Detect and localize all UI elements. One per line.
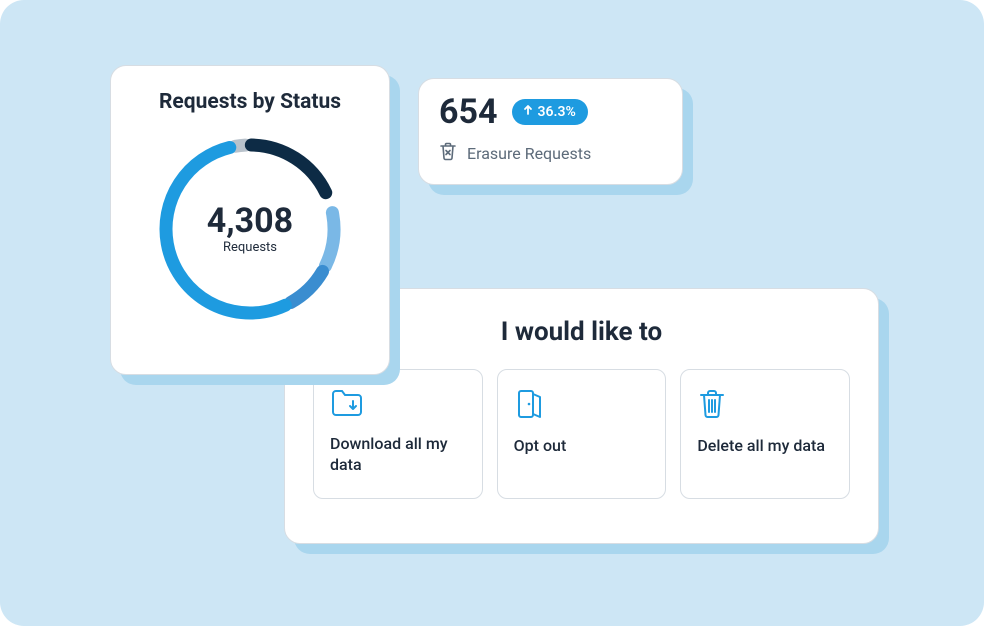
erasure-label: Erasure Requests (467, 144, 591, 163)
erasure-card: 654 36.3% Erasure Requests (418, 78, 683, 185)
action-label: Opt out (514, 436, 650, 457)
requests-total: 4,308 (207, 204, 293, 238)
action-label: Delete all my data (697, 436, 833, 457)
door-exit-icon (514, 388, 650, 424)
status-card-title: Requests by Status (135, 90, 365, 114)
change-value: 36.3% (538, 104, 576, 120)
erasure-icon (439, 141, 457, 165)
action-delete-data[interactable]: Delete all my data (680, 369, 850, 499)
donut-center: 4,308 Requests (145, 124, 355, 334)
action-opt-out[interactable]: Opt out (497, 369, 667, 499)
requests-total-label: Requests (223, 240, 277, 255)
action-label: Download all my data (330, 434, 466, 476)
actions-grid: Download all my data Opt out (313, 369, 850, 499)
folder-download-icon (330, 388, 466, 422)
action-download-data[interactable]: Download all my data (313, 369, 483, 499)
erasure-row-bottom: Erasure Requests (439, 141, 662, 165)
requests-donut-chart: 4,308 Requests (145, 124, 355, 334)
status-card: Requests by Status 4,308 Requests (110, 65, 390, 375)
canvas: I would like to Download all my data (0, 0, 984, 626)
arrow-up-icon (522, 104, 534, 120)
erasure-count: 654 (439, 95, 498, 129)
erasure-row-top: 654 36.3% (439, 95, 662, 129)
change-badge: 36.3% (512, 99, 588, 125)
trash-icon (697, 388, 833, 424)
